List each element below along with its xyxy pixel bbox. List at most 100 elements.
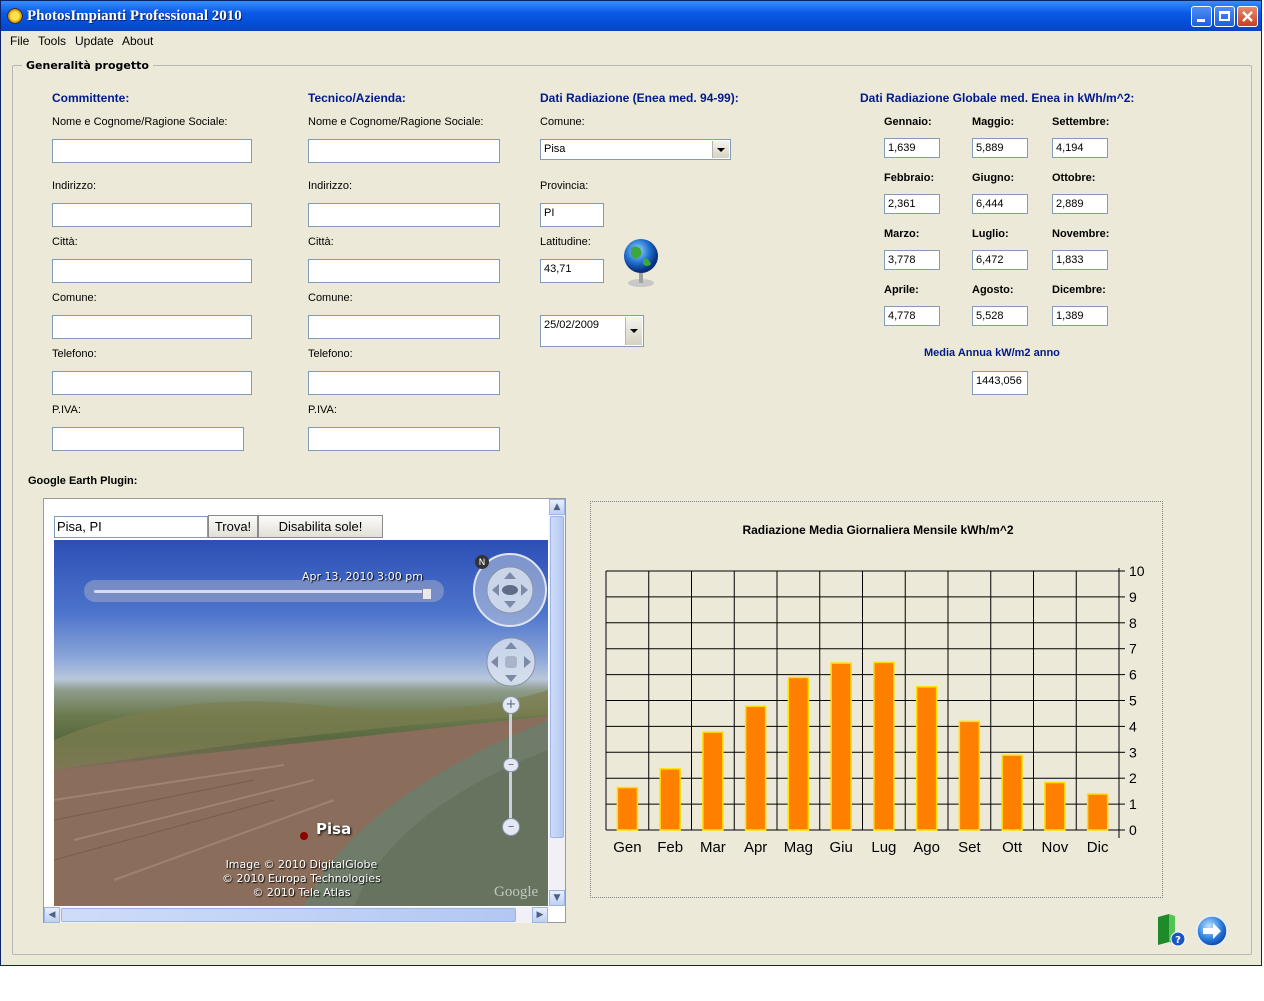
- title-bar[interactable]: PhotosImpianti Professional 2010: [1, 1, 1261, 31]
- month-label: Gennaio:: [884, 116, 932, 128]
- committente-comune-input[interactable]: [52, 315, 252, 339]
- committente-piva-input[interactable]: [52, 427, 244, 451]
- svg-text:?: ?: [1175, 935, 1181, 946]
- time-slider[interactable]: [84, 580, 444, 602]
- radiazione-header: Dati Radiazione (Enea med. 94-99):: [540, 91, 739, 105]
- zoom-handle[interactable]: –: [503, 758, 519, 772]
- scroll-up-arrow[interactable]: ▲: [549, 499, 565, 515]
- comune-label: Comune:: [540, 116, 585, 128]
- committente-address-input[interactable]: [52, 203, 252, 227]
- y-tick-label: 0: [1129, 822, 1137, 838]
- earth-horizontal-scrollbar[interactable]: ◀ ▶: [44, 907, 548, 923]
- month-value-input[interactable]: 3,778: [884, 250, 940, 270]
- date-picker[interactable]: 25/02/2009: [540, 315, 644, 347]
- chevron-down-icon[interactable]: [712, 141, 729, 158]
- navigation-compass[interactable]: N: [472, 550, 548, 630]
- window-title: PhotosImpianti Professional 2010: [27, 8, 242, 24]
- find-button[interactable]: Trova!: [208, 515, 258, 538]
- vertical-scroll-thumb[interactable]: [550, 516, 564, 838]
- scroll-left-arrow[interactable]: ◀: [44, 907, 60, 923]
- month-value-input[interactable]: 2,889: [1052, 194, 1108, 214]
- chart-x-labels: Gen Feb Mar Apr Mag Giu Lug Ago Set Ott Nov Dic: [613, 839, 1109, 856]
- month-value-input[interactable]: 2,361: [884, 194, 940, 214]
- x-tick-label: Lug: [871, 839, 896, 856]
- tecnico-comune-input[interactable]: [308, 315, 500, 339]
- menu-update[interactable]: Update: [75, 34, 114, 48]
- scroll-right-arrow[interactable]: ▶: [532, 907, 548, 923]
- month-value-input[interactable]: 6,472: [972, 250, 1028, 270]
- x-tick-label: Mar: [700, 839, 726, 856]
- menu-about[interactable]: About: [122, 34, 153, 48]
- earth-search-input[interactable]: Pisa, PI: [54, 516, 208, 538]
- pan-control[interactable]: [484, 636, 540, 688]
- y-tick-label: 10: [1129, 563, 1145, 579]
- x-tick-label: Giu: [829, 839, 852, 856]
- month-label: Aprile:: [884, 284, 919, 296]
- maximize-button[interactable]: [1214, 6, 1235, 27]
- tecnico-name-input[interactable]: [308, 139, 500, 163]
- y-tick-label: 5: [1129, 693, 1137, 709]
- globe-icon[interactable]: [621, 236, 661, 288]
- menu-file[interactable]: File: [10, 34, 29, 48]
- menu-tools[interactable]: Tools: [38, 34, 66, 48]
- month-value-input[interactable]: 4,194: [1052, 138, 1108, 158]
- month-value-input[interactable]: 1,389: [1052, 306, 1108, 326]
- tecnico-piva-input[interactable]: [308, 427, 500, 451]
- tecnico-phone-label: Telefono:: [308, 348, 353, 360]
- place-marker[interactable]: [300, 832, 308, 840]
- zoom-in-button[interactable]: +: [502, 696, 520, 714]
- bar-set: [958, 720, 981, 831]
- scroll-down-arrow[interactable]: ▼: [549, 890, 565, 906]
- month-label: Novembre:: [1052, 228, 1110, 240]
- provincia-input[interactable]: PI: [540, 203, 604, 227]
- earth-3d-view[interactable]: Pisa Apr 13, 2010 3:00 pm N + – – Image …: [54, 540, 548, 906]
- minimize-button[interactable]: [1191, 6, 1212, 27]
- media-annua-input[interactable]: 1443,056: [972, 371, 1028, 395]
- zoom-out-button[interactable]: –: [502, 818, 520, 836]
- month-label: Giugno:: [972, 172, 1015, 184]
- month-value-input[interactable]: 5,528: [972, 306, 1028, 326]
- help-book-icon[interactable]: ?: [1155, 913, 1187, 947]
- horizontal-scroll-thumb[interactable]: [61, 908, 516, 922]
- comune-select[interactable]: Pisa: [540, 139, 731, 160]
- y-tick-label: 9: [1129, 589, 1137, 605]
- x-tick-label: Mag: [784, 839, 813, 856]
- time-slider-track: [94, 590, 429, 593]
- latitudine-input[interactable]: 43,71: [540, 259, 604, 283]
- chevron-down-icon[interactable]: [625, 317, 642, 345]
- bar-dic: [1086, 793, 1109, 831]
- close-button[interactable]: [1237, 6, 1258, 27]
- zoom-slider[interactable]: + – –: [502, 696, 520, 836]
- month-value-input[interactable]: 1,833: [1052, 250, 1108, 270]
- x-tick-label: Gen: [613, 839, 641, 856]
- bar-lug: [873, 661, 895, 831]
- next-arrow-icon[interactable]: [1196, 915, 1228, 947]
- credit-line: © 2010 Tele Atlas: [252, 886, 351, 899]
- date-value: 25/02/2009: [544, 319, 600, 331]
- month-value-input[interactable]: 1,639: [884, 138, 940, 158]
- credit-line: © 2010 Europa Technologies: [222, 872, 381, 885]
- month-value-input[interactable]: 4,778: [884, 306, 940, 326]
- earth-plugin-label: Google Earth Plugin:: [28, 475, 138, 487]
- committente-city-input[interactable]: [52, 259, 252, 283]
- disable-sun-button[interactable]: Disabilita sole!: [258, 515, 383, 538]
- tecnico-phone-input[interactable]: [308, 371, 500, 395]
- bar-mag: [787, 676, 810, 831]
- tecnico-city-input[interactable]: [308, 259, 500, 283]
- committente-phone-input[interactable]: [52, 371, 252, 395]
- earth-vertical-scrollbar[interactable]: ▲ ▼: [549, 499, 565, 906]
- y-tick-label: 4: [1129, 718, 1137, 734]
- y-tick-label: 8: [1129, 615, 1137, 631]
- x-tick-label: Nov: [1042, 839, 1069, 856]
- y-tick-label: 3: [1129, 744, 1137, 760]
- bar-nov: [1044, 781, 1066, 831]
- x-tick-label: Dic: [1087, 839, 1109, 856]
- month-label: Dicembre:: [1052, 284, 1106, 296]
- committente-name-input[interactable]: [52, 139, 252, 163]
- time-slider-handle[interactable]: [422, 588, 432, 600]
- month-value-input[interactable]: 5,889: [972, 138, 1028, 158]
- tecnico-comune-label: Comune:: [308, 292, 353, 304]
- bar-gen: [616, 786, 639, 831]
- month-value-input[interactable]: 6,444: [972, 194, 1028, 214]
- tecnico-address-input[interactable]: [308, 203, 500, 227]
